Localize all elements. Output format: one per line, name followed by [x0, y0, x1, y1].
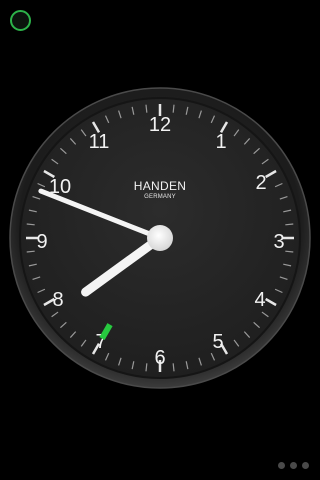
page-dot[interactable]	[290, 462, 297, 469]
page-indicator[interactable]	[278, 462, 309, 469]
analog-clock: 12 1 2 3 4 5 6 7 8 9 10 11 HANDEN GERMAN…	[9, 87, 311, 389]
minute-tick	[26, 223, 35, 226]
minute-tick	[285, 250, 294, 253]
clock-number-12: 12	[149, 114, 171, 136]
clock-number-5: 5	[212, 331, 223, 353]
minute-tick	[145, 104, 148, 113]
clock-brand-country: GERMANY	[144, 194, 176, 200]
minute-tick	[26, 250, 35, 253]
clock-center-hub	[147, 225, 173, 251]
minute-tick	[285, 223, 294, 226]
clock-number-3: 3	[273, 231, 284, 253]
clock-number-9: 9	[36, 231, 47, 253]
minute-tick	[145, 363, 148, 372]
clock-number-1: 1	[215, 131, 226, 153]
page-dot[interactable]	[278, 462, 285, 469]
clock-number-2: 2	[255, 172, 266, 194]
minute-tick	[172, 104, 175, 113]
clock-number-6: 6	[154, 347, 165, 369]
minute-tick	[172, 363, 175, 372]
page-dot[interactable]	[302, 462, 309, 469]
clock-number-4: 4	[254, 289, 265, 311]
clock-number-11: 11	[89, 131, 110, 153]
clock-brand-name: HANDEN	[134, 179, 186, 193]
clock-number-8: 8	[52, 289, 63, 311]
